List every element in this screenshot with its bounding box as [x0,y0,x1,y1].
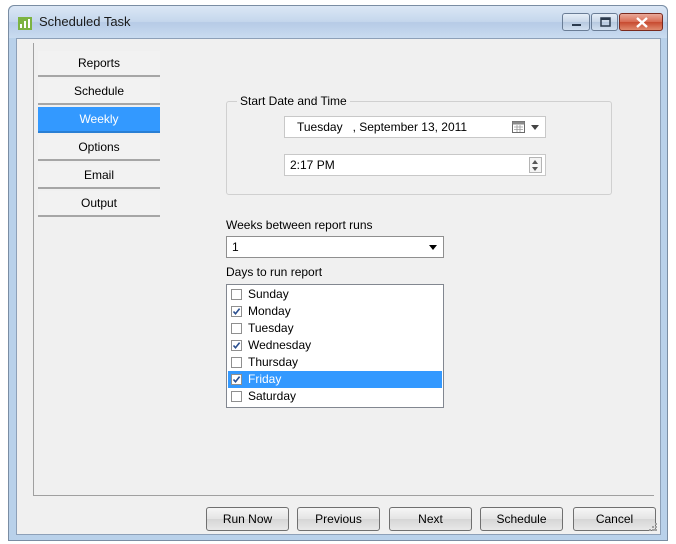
schedule-button[interactable]: Schedule [480,507,563,531]
day-label: Thursday [248,355,299,369]
checkbox[interactable] [231,391,242,402]
close-button[interactable] [619,13,663,31]
days-checklist: Sunday Monday Tuesday Wednesday Thursday [226,284,444,408]
close-icon [636,17,648,28]
start-time-input[interactable]: 2:17 PM [284,154,546,176]
day-item-thursday[interactable]: Thursday [228,354,442,371]
check-icon [232,342,241,350]
day-label: Sunday [248,287,289,301]
check-icon [232,308,241,316]
spin-up-icon[interactable] [532,160,538,164]
checkbox[interactable] [231,289,242,300]
day-item-saturday[interactable]: Saturday [228,388,442,405]
tab-options[interactable]: Options [38,135,160,161]
day-item-sunday[interactable]: Sunday [228,286,442,303]
day-item-friday[interactable]: Friday [228,371,442,388]
tab-list: Reports Schedule Weekly Options Email Ou… [33,43,163,496]
weekly-panel: Start Date and Time Tuesday , September … [162,43,654,496]
cancel-button[interactable]: Cancel [573,507,656,531]
tab-schedule[interactable]: Schedule [38,79,160,105]
start-time-value: 2:17 PM [290,158,335,172]
weeks-label: Weeks between report runs [226,218,373,232]
dialog-client-area: Reports Schedule Weekly Options Email Ou… [16,38,661,535]
tab-reports[interactable]: Reports [38,51,160,77]
checkbox-checked[interactable] [231,374,242,385]
day-item-wednesday[interactable]: Wednesday [228,337,442,354]
minimize-button[interactable] [562,13,590,31]
checkbox-checked[interactable] [231,340,242,351]
tab-email[interactable]: Email [38,163,160,189]
check-icon [232,376,241,384]
start-date-group: Start Date and Time Tuesday , September … [226,94,612,195]
minimize-icon [572,24,581,26]
day-item-monday[interactable]: Monday [228,303,442,320]
day-label: Monday [248,304,291,318]
maximize-button[interactable] [591,13,618,31]
spin-down-icon[interactable] [532,167,538,171]
chart-app-icon [18,17,32,30]
title-bar[interactable]: Scheduled Task [9,6,667,38]
chevron-down-icon [429,245,437,250]
run-now-button[interactable]: Run Now [206,507,289,531]
start-date-value: Tuesday , September 13, 2011 [297,120,468,134]
time-spinner[interactable] [529,157,542,173]
maximize-icon [600,17,611,27]
chevron-down-icon[interactable] [531,125,539,130]
start-date-group-label: Start Date and Time [237,94,350,108]
day-label: Wednesday [248,338,312,352]
checkbox[interactable] [231,323,242,334]
calendar-icon [512,121,525,133]
day-label: Tuesday [248,321,294,335]
days-label: Days to run report [226,265,323,279]
tab-output[interactable]: Output [38,191,160,217]
window-title: Scheduled Task [39,14,131,29]
weeks-select-value: 1 [232,240,239,254]
dialog-window: Scheduled Task Reports Schedule Weekly O… [8,5,668,541]
checkbox-checked[interactable] [231,306,242,317]
weeks-select[interactable]: 1 [226,236,444,258]
day-item-tuesday[interactable]: Tuesday [228,320,442,337]
day-label: Friday [248,372,282,386]
previous-button[interactable]: Previous [297,507,380,531]
start-date-picker[interactable]: Tuesday , September 13, 2011 [284,116,546,138]
checkbox[interactable] [231,357,242,368]
day-label: Saturday [248,389,297,403]
next-button[interactable]: Next [389,507,472,531]
tab-weekly[interactable]: Weekly [38,107,160,133]
resize-grip-icon[interactable] [648,522,658,532]
